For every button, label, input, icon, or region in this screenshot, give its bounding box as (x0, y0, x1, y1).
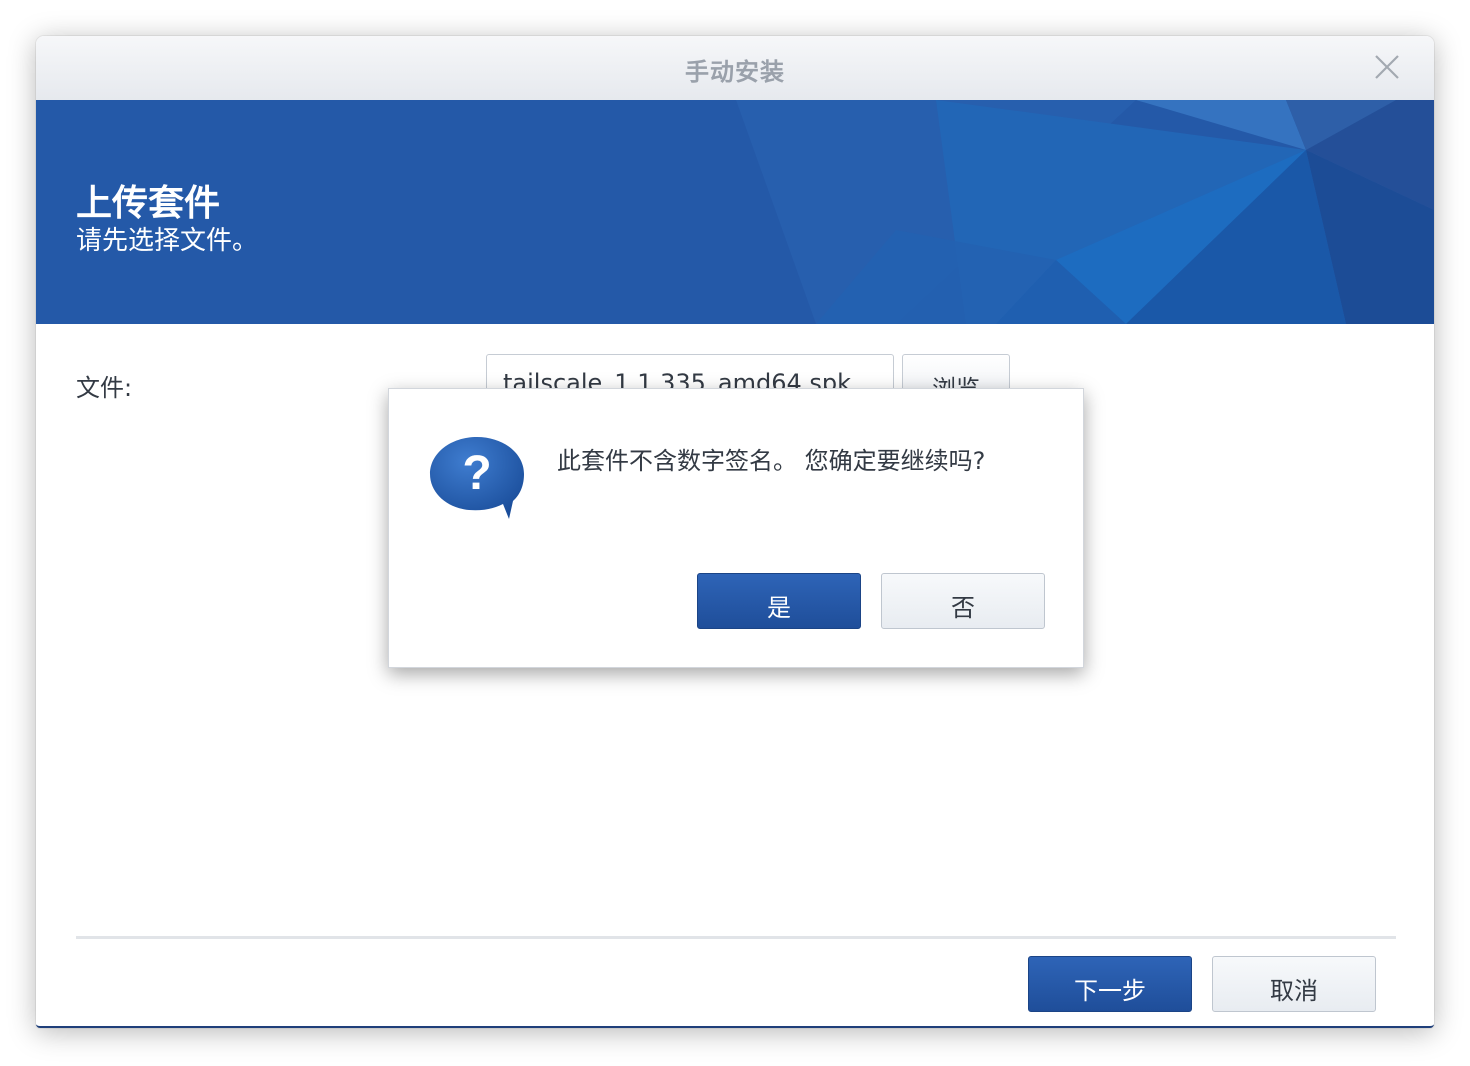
next-button[interactable]: 下一步 (1028, 956, 1192, 1012)
window-titlebar: 手动安装 (36, 36, 1434, 101)
banner-background-graphic (36, 100, 1434, 324)
confirm-dialog: ? 此套件不含数字签名。 您确定要继续吗? 是 否 (388, 388, 1084, 668)
banner-subheading: 请先选择文件。 (76, 226, 259, 256)
header-banner: 上传套件 请先选择文件。 (36, 100, 1434, 324)
footer-divider (76, 936, 1396, 939)
cancel-button[interactable]: 取消 (1212, 956, 1376, 1012)
svg-text:?: ? (462, 447, 491, 500)
dialog-message: 此套件不含数字签名。 您确定要继续吗? (557, 447, 986, 475)
banner-heading: 上传套件 (76, 183, 221, 224)
file-label: 文件: (76, 374, 133, 402)
close-icon[interactable] (1372, 52, 1402, 82)
window-title: 手动安装 (685, 58, 785, 86)
no-button[interactable]: 否 (881, 573, 1045, 629)
yes-button[interactable]: 是 (697, 573, 861, 629)
question-bubble-icon: ? (427, 433, 527, 523)
